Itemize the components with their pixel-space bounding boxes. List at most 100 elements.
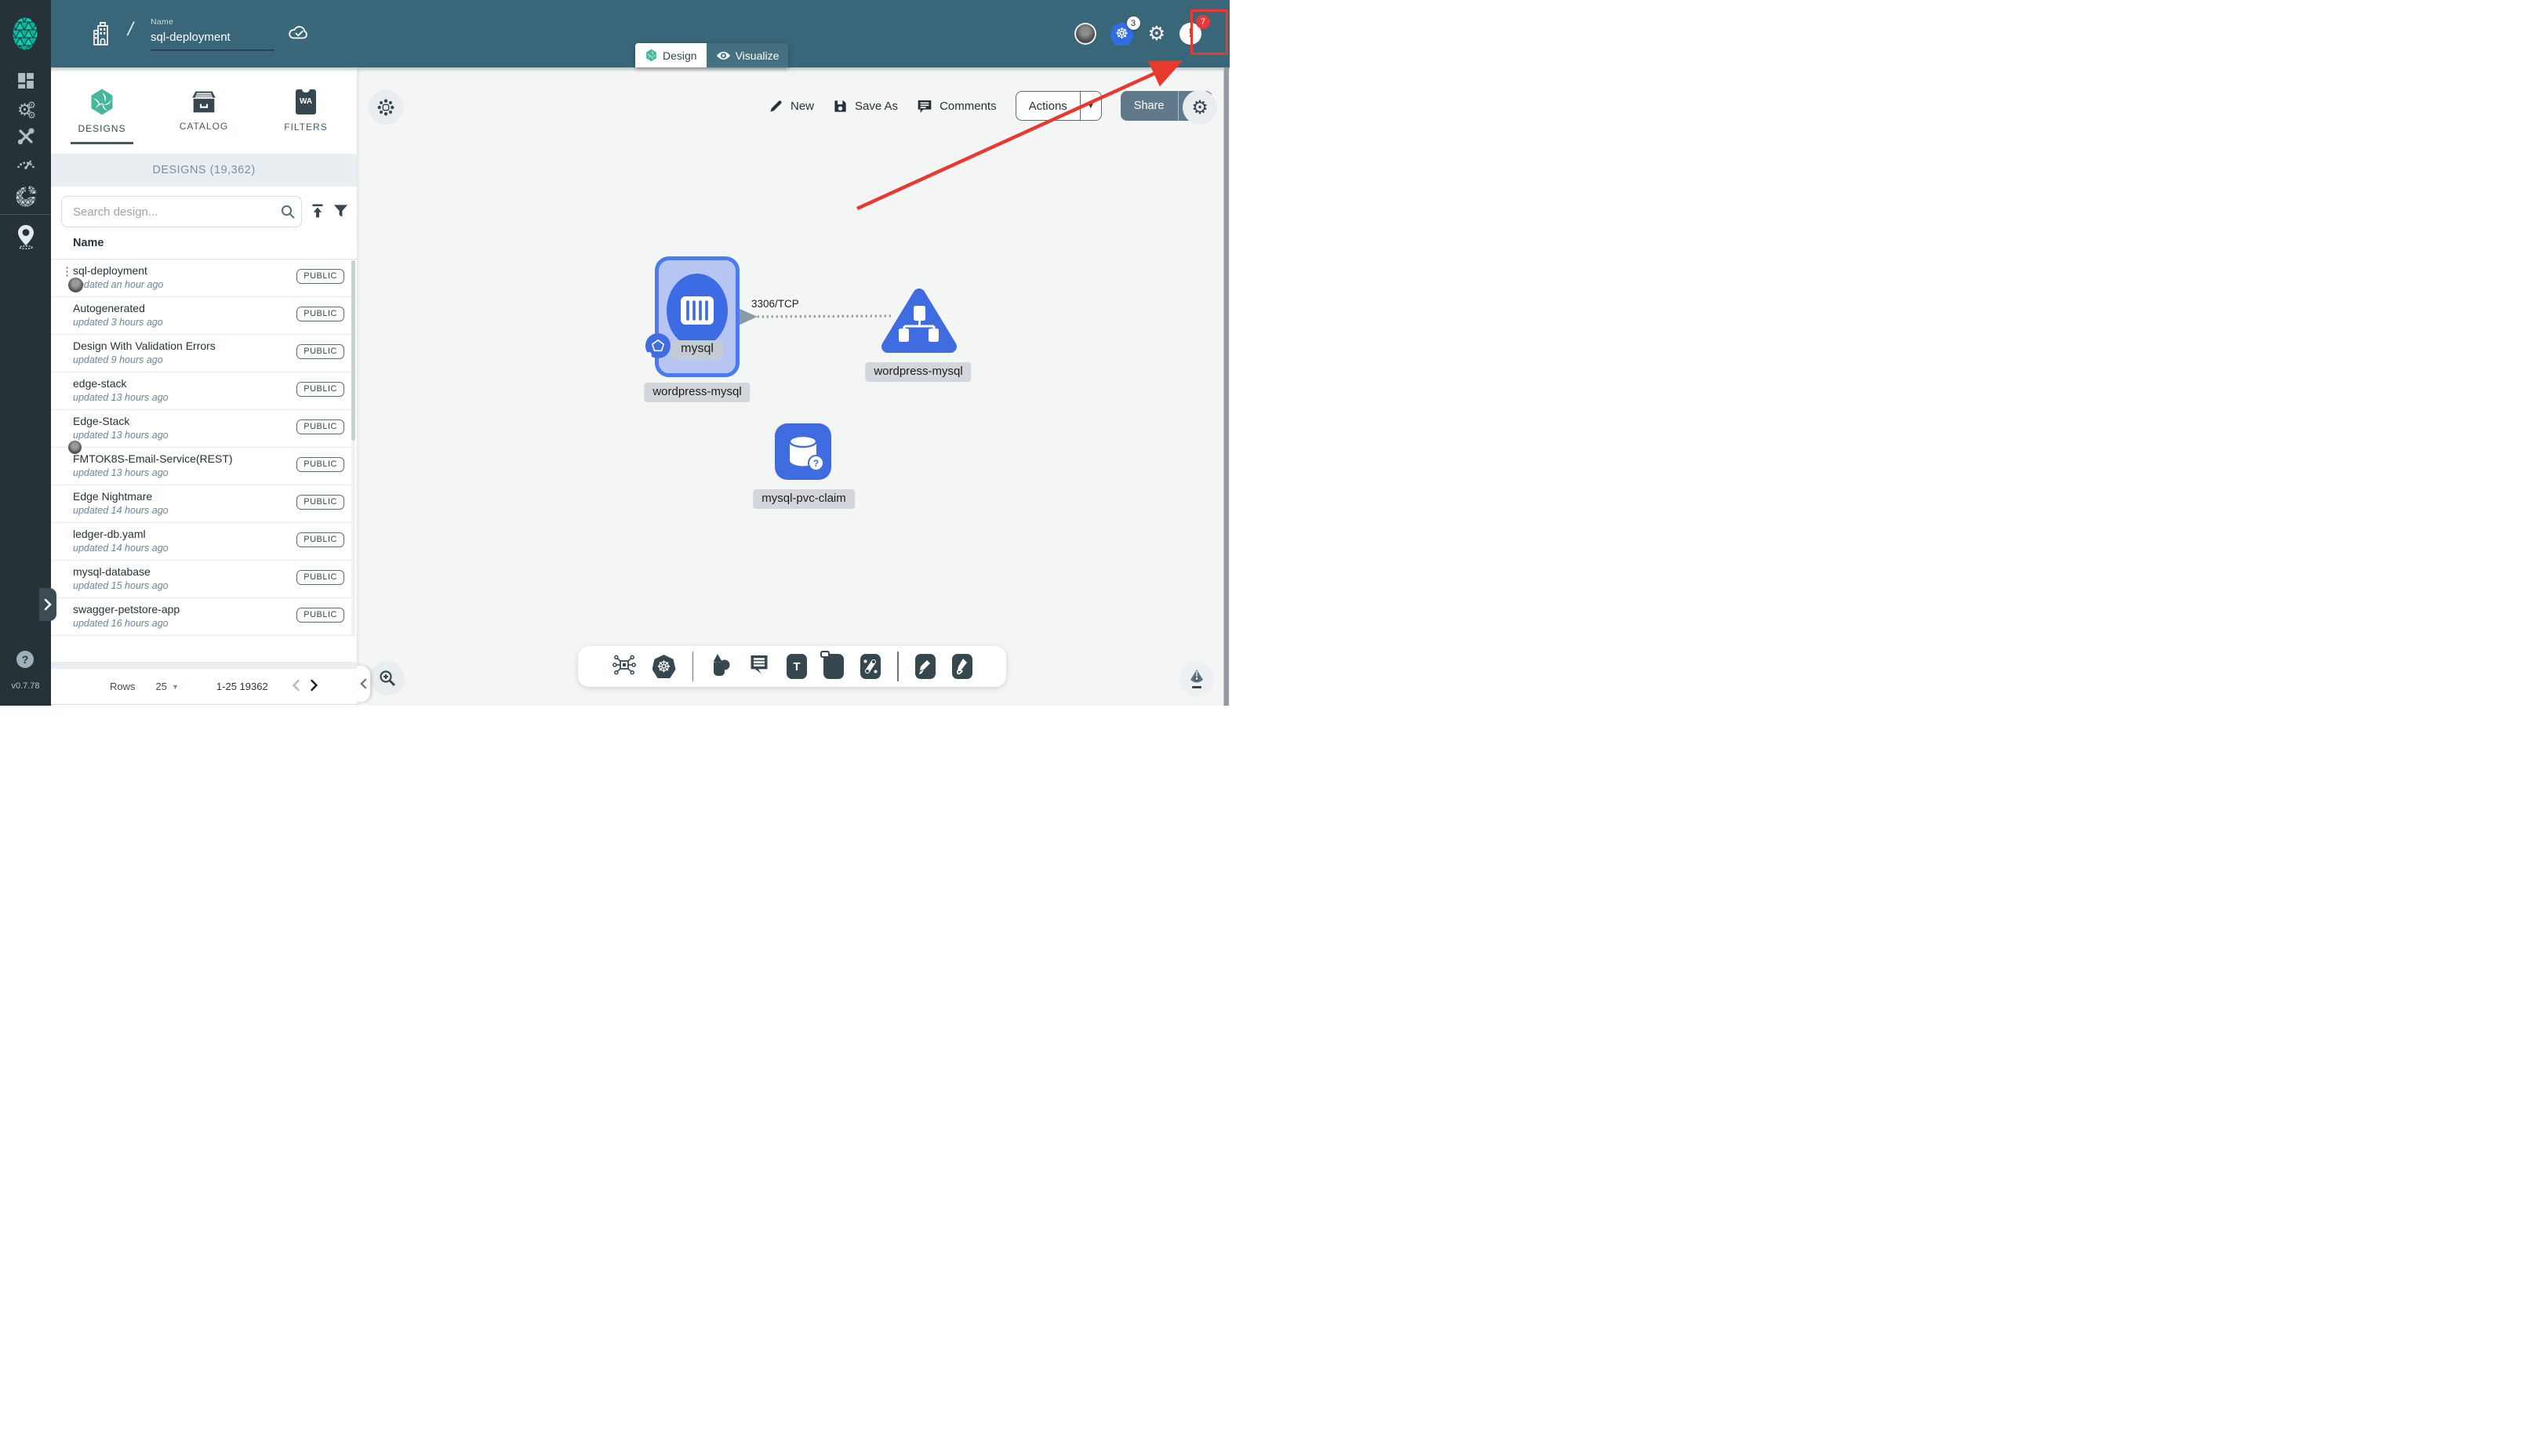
- design-updated: updated 15 hours ago: [73, 580, 169, 591]
- zoom-in-button[interactable]: [370, 661, 405, 695]
- node-pvc-mysql-pvc-claim[interactable]: ?: [775, 423, 831, 480]
- next-page-button[interactable]: [310, 679, 318, 694]
- helm-wheel-icon: ☸: [656, 658, 671, 676]
- magnifier-plus-icon: [380, 670, 396, 687]
- annotation-comment-icon: [751, 655, 768, 674]
- owner-avatar: [68, 278, 83, 292]
- new-design-button[interactable]: New: [769, 99, 814, 114]
- freehand-draw-tool[interactable]: [951, 654, 972, 679]
- help-button[interactable]: ?: [16, 651, 34, 668]
- filter-funnel-icon[interactable]: [333, 204, 348, 222]
- sidebar-item-kanvas[interactable]: [0, 224, 51, 249]
- design-updated: updated 13 hours ago: [73, 392, 169, 403]
- deployment-node-label[interactable]: wordpress-mysql: [644, 383, 751, 402]
- sidebar-item-extensions[interactable]: [0, 185, 51, 209]
- page-scrollbar[interactable]: [1223, 67, 1229, 706]
- sidebar-item-lifecycle[interactable]: ⚙ ⚙ ⚙: [0, 99, 51, 119]
- cloud-sync-icon[interactable]: [287, 23, 311, 45]
- user-avatar[interactable]: [1074, 23, 1096, 45]
- rows-per-page-select[interactable]: 25 ▼: [156, 681, 179, 692]
- deployment-badge-icon[interactable]: [645, 333, 671, 358]
- design-row[interactable]: Edge-Stack updated 13 hours ago PUBLIC: [51, 410, 357, 454]
- design-name: swagger-petstore-app: [73, 603, 180, 615]
- design-row[interactable]: Design With Validation Errors updated 9 …: [51, 335, 357, 372]
- meshery-spiral-icon: [646, 49, 656, 62]
- design-row[interactable]: Edge Nightmare updated 14 hours ago PUBL…: [51, 485, 357, 523]
- pvc-node-label[interactable]: mysql-pvc-claim: [753, 489, 855, 509]
- actions-split-button[interactable]: Actions ▼: [1015, 91, 1102, 121]
- design-name-value[interactable]: sql-deployment: [151, 31, 231, 44]
- visibility-badge[interactable]: PUBLIC: [296, 382, 344, 397]
- svg-text:⚙: ⚙: [27, 100, 36, 111]
- draw-arrow-tool[interactable]: [914, 654, 936, 679]
- mode-toggle: Design Visualize: [635, 43, 789, 67]
- text-tool[interactable]: T: [787, 654, 807, 679]
- service-node-label[interactable]: wordpress-mysql: [865, 362, 972, 382]
- panel-scrollbar[interactable]: [351, 260, 355, 635]
- panel-tabs: DESIGNS CATALOG WA FILTERS: [51, 67, 357, 154]
- actions-dropdown-caret[interactable]: ▼: [1079, 92, 1101, 120]
- node-service-wordpress-mysql[interactable]: [881, 287, 957, 360]
- design-updated: updated 16 hours ago: [73, 618, 169, 629]
- tab-design-label: Design: [663, 49, 697, 62]
- design-updated: updated 9 hours ago: [73, 354, 163, 365]
- design-row[interactable]: mysql-database updated 15 hours ago PUBL…: [51, 561, 357, 598]
- visibility-badge[interactable]: PUBLIC: [296, 608, 344, 623]
- search-design-input[interactable]: [61, 196, 302, 227]
- component-library-tool[interactable]: [612, 653, 636, 681]
- tab-designs[interactable]: DESIGNS: [51, 67, 153, 154]
- clone-tool[interactable]: [820, 651, 844, 679]
- visibility-badge[interactable]: PUBLIC: [296, 532, 344, 547]
- kubernetes-tool[interactable]: ☸: [652, 655, 676, 678]
- meshery-logo[interactable]: [7, 14, 43, 57]
- tab-catalog[interactable]: CATALOG: [153, 67, 255, 154]
- visibility-badge[interactable]: PUBLIC: [296, 419, 344, 434]
- design-mode-indicator-button[interactable]: [1179, 662, 1214, 696]
- design-row[interactable]: Autogenerated updated 3 hours ago PUBLIC: [51, 297, 357, 335]
- kubernetes-context-switcher[interactable]: ☸ 3: [1110, 16, 1140, 45]
- visibility-badge[interactable]: PUBLIC: [296, 344, 344, 359]
- notes-tool[interactable]: [748, 654, 770, 679]
- pencil-icon: [770, 100, 782, 112]
- pagination-bar: Rows 25 ▼ 1-25 19362: [51, 669, 357, 705]
- organization-icon[interactable]: [91, 21, 113, 50]
- design-name: Edge Nightmare: [73, 490, 153, 503]
- visibility-badge[interactable]: PUBLIC: [296, 495, 344, 510]
- column-header-name[interactable]: Name: [73, 237, 104, 249]
- visibility-badge[interactable]: PUBLIC: [296, 457, 344, 472]
- app-header: / Name sql-deployment Design Visualize ☸…: [0, 0, 1230, 72]
- design-row[interactable]: edge-stack updated 13 hours ago PUBLIC: [51, 372, 357, 410]
- panel-scrollbar-thumb[interactable]: [351, 260, 355, 441]
- tab-visualize[interactable]: Visualize: [706, 43, 789, 67]
- search-icon[interactable]: [280, 204, 296, 223]
- comments-button[interactable]: Comments: [917, 99, 997, 114]
- components-dock-button[interactable]: [369, 90, 403, 125]
- tab-design[interactable]: Design: [635, 43, 707, 67]
- tab-filters[interactable]: WA FILTERS: [255, 67, 357, 154]
- design-row[interactable]: ledger-db.yaml updated 14 hours ago PUBL…: [51, 523, 357, 561]
- visibility-badge[interactable]: PUBLIC: [296, 307, 344, 321]
- sidebar-item-performance[interactable]: [0, 155, 51, 169]
- comment-icon: [918, 100, 932, 113]
- sidebar-item-configuration[interactable]: [0, 127, 51, 146]
- settings-gear-icon[interactable]: ⚙: [1148, 24, 1165, 44]
- design-canvas[interactable]: New Save As Comments Actions ▼ Share ⚙ 3…: [357, 67, 1230, 706]
- panel-collapse-button[interactable]: [357, 666, 370, 702]
- visibility-badge[interactable]: PUBLIC: [296, 570, 344, 585]
- node-deployment-wordpress-mysql[interactable]: mysql: [645, 256, 740, 377]
- canvas-settings-button[interactable]: ⚙: [1183, 90, 1217, 125]
- design-row[interactable]: swagger-petstore-app updated 16 hours ag…: [51, 598, 357, 636]
- catalog-archive-icon: [192, 91, 216, 112]
- upload-design-icon[interactable]: [310, 203, 325, 223]
- sidebar-expand-button[interactable]: [39, 588, 56, 621]
- sidebar-item-dashboard[interactable]: [0, 72, 51, 89]
- visibility-badge[interactable]: PUBLIC: [296, 269, 344, 284]
- shapes-tool[interactable]: [710, 653, 732, 681]
- design-row[interactable]: FMTOK8S-Email-Service(REST) updated 13 h…: [51, 448, 357, 485]
- previous-page-button[interactable]: [292, 679, 300, 694]
- design-row[interactable]: ⋮ sql-deployment updated an hour ago PUB…: [51, 260, 357, 297]
- link-tool[interactable]: [860, 654, 881, 679]
- row-menu-kebab-icon[interactable]: ⋮: [61, 266, 73, 278]
- save-as-button[interactable]: Save As: [833, 99, 898, 114]
- pagination-range: 1-25 19362: [216, 681, 268, 692]
